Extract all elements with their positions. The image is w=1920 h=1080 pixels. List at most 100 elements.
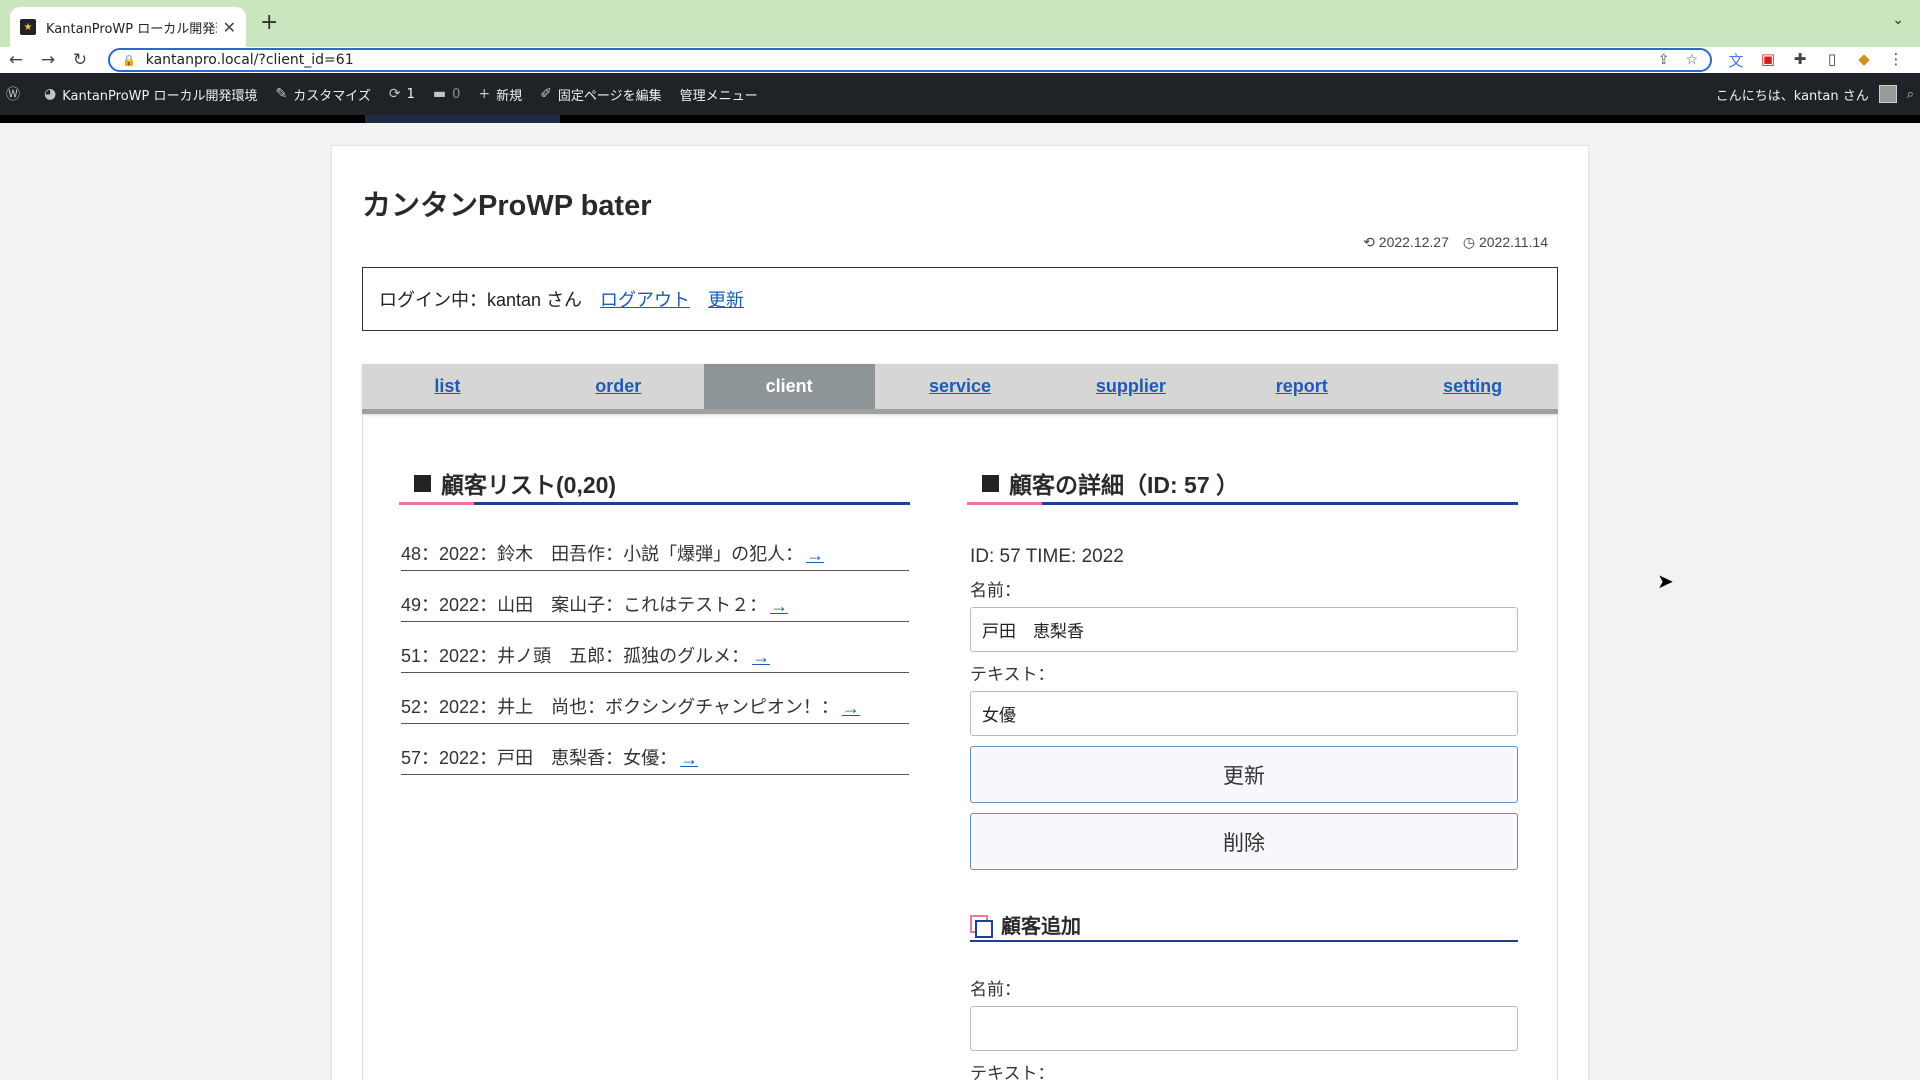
- add-text-label: テキスト：: [970, 1064, 1055, 1080]
- client-detail-form: ID: 57 TIME: 2022 名前： テキスト： 更新 削除: [970, 540, 1518, 870]
- add-box-icon: [970, 915, 993, 938]
- tab-client[interactable]: client: [703, 364, 875, 409]
- wp-site-name-label: KantanProWP ローカル開発環境: [62, 88, 258, 104]
- client-list-heading-text: 顧客リスト(0,20): [441, 472, 617, 498]
- reload-icon[interactable]: ↻: [64, 50, 96, 70]
- client-detail-link[interactable]: →: [770, 596, 788, 617]
- square-bullet-icon: [414, 474, 431, 492]
- address-bar: ← → ↻ 🔒 kantanpro.local/?client_id=61 ⇪ …: [0, 47, 1920, 73]
- logout-link[interactable]: ログアウト: [600, 286, 690, 312]
- share-icon[interactable]: ⇪: [1658, 52, 1670, 68]
- tab-service[interactable]: service: [875, 364, 1046, 409]
- client-detail-link[interactable]: →: [842, 698, 860, 719]
- wp-logo[interactable]: Ⓦ: [6, 84, 26, 104]
- close-tab-icon[interactable]: ✕: [223, 18, 236, 37]
- post-dates: ⟲ 2022.12.27 ◷ 2022.11.14: [1363, 234, 1548, 251]
- login-status-text: ログイン中：kantan さん: [379, 290, 583, 310]
- name-label: 名前：: [970, 581, 1021, 600]
- list-item: 49：2022：山田 案山子：これはテスト２： →: [401, 571, 909, 622]
- main-tabs: list order client service supplier repor…: [362, 364, 1558, 414]
- text-label: テキスト：: [970, 665, 1055, 684]
- forward-icon[interactable]: →: [32, 50, 64, 70]
- refresh-link[interactable]: 更新: [708, 286, 744, 312]
- wp-edit-page[interactable]: ✐ 固定ページを編集: [540, 85, 661, 104]
- tab-title: KantanProWP ローカル開発環境: [46, 21, 217, 37]
- wp-edit-page-label: 固定ページを編集: [557, 88, 662, 104]
- client-add-heading-text: 顧客追加: [1001, 916, 1081, 938]
- update-icon: ⟳: [388, 86, 401, 102]
- delete-button[interactable]: 削除: [970, 813, 1518, 870]
- list-item: 51：2022：井ノ頭 五郎：孤独のグルメ： →: [401, 622, 909, 673]
- extensions-puzzle-icon[interactable]: ✚: [1790, 50, 1810, 71]
- pdf-extension-icon[interactable]: ▣: [1758, 50, 1778, 71]
- list-item: 57：2022：戸田 恵梨香：女優： →: [401, 724, 909, 775]
- url-input[interactable]: 🔒 kantanpro.local/?client_id=61 ⇪ ☆: [108, 48, 1712, 72]
- wp-comments[interactable]: ▬ 0: [433, 86, 461, 102]
- wp-customize[interactable]: ✎ カスタマイズ: [275, 85, 370, 104]
- client-detail-heading-text: 顧客の詳細（ID: 57 ）: [1009, 472, 1240, 498]
- url-text: kantanpro.local/?client_id=61: [145, 52, 354, 68]
- published-date: ◷ 2022.11.14: [1462, 234, 1548, 250]
- tab-order[interactable]: order: [533, 364, 704, 409]
- modified-date: ⟲ 2022.12.27: [1363, 234, 1449, 250]
- dashboard-icon: ◕: [44, 86, 57, 102]
- page-title: カンタンProWP bater: [362, 190, 652, 222]
- wp-customize-label: カスタマイズ: [293, 88, 371, 104]
- wp-comments-count: 0: [452, 86, 461, 102]
- wp-admin-menu[interactable]: 管理メニュー: [680, 85, 758, 104]
- modified-date-text: 2022.12.27: [1378, 234, 1449, 250]
- published-date-text: 2022.11.14: [1478, 234, 1548, 250]
- name-field[interactable]: [970, 607, 1518, 652]
- client-list: 48：2022：鈴木 田吾作：小説「爆弾」の犯人： → 49：2022：山田 案山…: [401, 520, 909, 775]
- update-button[interactable]: 更新: [970, 746, 1518, 803]
- search-icon[interactable]: ⌕: [1907, 87, 1914, 102]
- heading-underline: [399, 502, 910, 505]
- browser-tab[interactable]: ★ KantanProWP ローカル開発環境 ✕: [10, 7, 246, 47]
- client-detail-link[interactable]: →: [680, 749, 698, 770]
- plus-icon: +: [478, 86, 491, 102]
- header-strip: [0, 115, 1920, 123]
- brush-icon: ✎: [275, 86, 288, 102]
- client-detail-link[interactable]: →: [752, 647, 770, 668]
- wp-site-name[interactable]: ◕ KantanProWP ローカル開発環境: [44, 85, 257, 104]
- list-item: 52：2022：井上 尚也：ボクシングチャンピオン！： →: [401, 673, 909, 724]
- chevron-down-icon[interactable]: ⌄: [1892, 12, 1904, 28]
- client-detail-link[interactable]: →: [806, 545, 824, 566]
- mouse-cursor-icon: ➤: [1657, 569, 1674, 593]
- translate-extension-icon[interactable]: 文: [1726, 50, 1746, 71]
- wp-updates[interactable]: ⟳ 1: [389, 86, 415, 102]
- side-panel-icon[interactable]: ▯: [1822, 50, 1842, 71]
- list-item-text: 57：2022：戸田 恵梨香：女優：: [401, 748, 678, 768]
- list-item: 48：2022：鈴木 田吾作：小説「爆弾」の犯人： →: [401, 520, 909, 571]
- pencil-icon: ✐: [540, 86, 552, 102]
- list-item-text: 51：2022：井ノ頭 五郎：孤独のグルメ：: [401, 646, 750, 666]
- back-icon[interactable]: ←: [0, 50, 32, 70]
- tab-report[interactable]: report: [1216, 364, 1387, 409]
- bookmark-star-icon[interactable]: ☆: [1685, 52, 1698, 68]
- comment-icon: ▬: [432, 86, 447, 102]
- list-item-text: 49：2022：山田 案山子：これはテスト２：: [401, 595, 768, 615]
- new-tab-icon[interactable]: +: [260, 10, 278, 35]
- tab-supplier[interactable]: supplier: [1045, 364, 1216, 409]
- tab-list[interactable]: list: [362, 364, 533, 409]
- lock-icon[interactable]: 🔒: [122, 54, 136, 67]
- wp-updates-count: 1: [406, 86, 415, 102]
- browser-tab-bar: ★ KantanProWP ローカル開発環境 ✕ + ⌄: [0, 0, 1920, 47]
- client-add-heading: 顧客追加: [970, 910, 1518, 939]
- list-item-text: 48：2022：鈴木 田吾作：小説「爆弾」の犯人：: [401, 544, 804, 564]
- heading-underline: [970, 940, 1518, 942]
- site-favicon-icon: ★: [20, 19, 36, 35]
- wp-greeting[interactable]: こんにちは、kantan さん: [1716, 85, 1869, 104]
- wp-admin-menu-label: 管理メニュー: [679, 88, 758, 104]
- avatar[interactable]: [1878, 85, 1897, 103]
- wp-new[interactable]: + 新規: [478, 85, 522, 104]
- add-name-field[interactable]: [970, 1006, 1518, 1051]
- menu-kebab-icon[interactable]: ⋮: [1886, 50, 1906, 71]
- client-add-form: 名前： テキスト：: [970, 975, 1518, 1080]
- wp-admin-bar: Ⓦ ◕ KantanProWP ローカル開発環境 ✎ カスタマイズ ⟳ 1 ▬ 0 + 新…: [0, 73, 1920, 115]
- tab-setting[interactable]: setting: [1387, 364, 1558, 409]
- wordpress-icon: Ⓦ: [6, 87, 20, 103]
- list-item-text: 52：2022：井上 尚也：ボクシングチャンピオン！：: [401, 697, 839, 717]
- text-field[interactable]: [970, 691, 1518, 736]
- shield-extension-icon[interactable]: ◆: [1854, 50, 1874, 71]
